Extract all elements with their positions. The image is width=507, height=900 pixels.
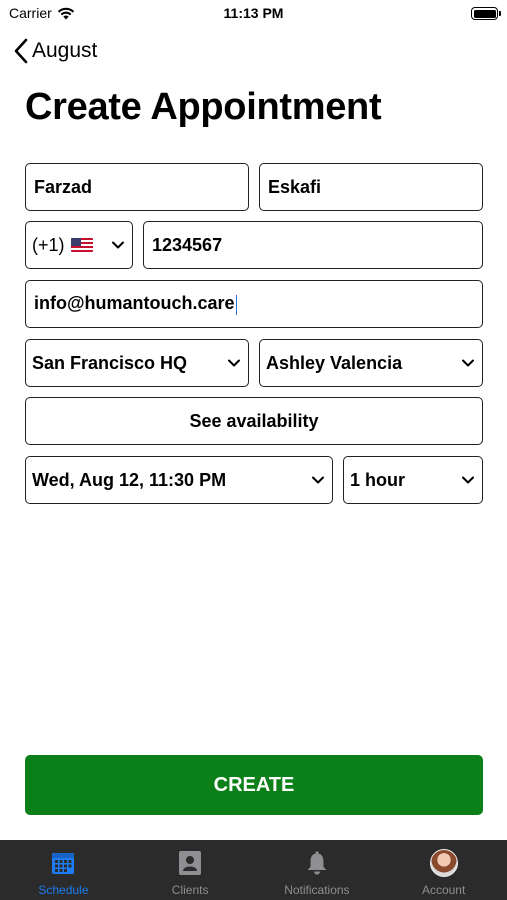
chevron-down-icon	[112, 241, 124, 249]
see-availability-button[interactable]: See availability	[25, 397, 483, 445]
first-name-field[interactable]: Farzad	[25, 163, 249, 211]
last-name-value: Eskafi	[268, 176, 322, 197]
email-field[interactable]: info@humantouch.care	[25, 280, 483, 328]
country-code-value: (+1)	[32, 234, 65, 255]
create-button[interactable]: CREATE	[25, 755, 483, 815]
email-value: info@humantouch.care	[34, 293, 235, 314]
tab-bar: Schedule Clients Notifications Account	[0, 840, 507, 900]
battery-icon	[471, 7, 501, 20]
tab-label: Schedule	[38, 883, 89, 897]
duration-value: 1 hour	[350, 469, 406, 490]
tab-schedule[interactable]: Schedule	[0, 840, 127, 900]
back-button[interactable]: August	[14, 38, 97, 64]
chevron-down-icon	[462, 476, 474, 484]
back-label: August	[32, 39, 98, 62]
last-name-field[interactable]: Eskafi	[259, 163, 483, 211]
create-button-label: CREATE	[213, 773, 295, 796]
duration-select[interactable]: 1 hour	[343, 456, 483, 504]
tab-label: Account	[421, 883, 466, 897]
provider-value: Ashley Valencia	[266, 352, 403, 373]
tab-clients[interactable]: Clients	[127, 840, 254, 900]
location-value: San Francisco HQ	[32, 352, 188, 373]
tab-label: Clients	[171, 883, 209, 897]
text-cursor	[235, 294, 237, 315]
contact-icon	[176, 849, 204, 877]
chevron-down-icon	[462, 359, 474, 367]
phone-field[interactable]: 1234567	[143, 221, 483, 269]
datetime-select[interactable]: Wed, Aug 12, 11:30 PM	[25, 456, 333, 504]
chevron-left-icon	[14, 38, 28, 64]
see-availability-label: See availability	[189, 410, 319, 431]
chevron-down-icon	[228, 359, 240, 367]
tab-label: Notifications	[284, 883, 350, 897]
bell-icon	[303, 849, 331, 877]
tab-notifications[interactable]: Notifications	[254, 840, 381, 900]
first-name-value: Farzad	[34, 176, 93, 197]
location-select[interactable]: San Francisco HQ	[25, 339, 249, 387]
chevron-down-icon	[312, 476, 324, 484]
page-title: Create Appointment	[25, 86, 382, 128]
country-code-select[interactable]: (+1)	[25, 221, 133, 269]
provider-select[interactable]: Ashley Valencia	[259, 339, 483, 387]
status-time: 11:13 PM	[223, 5, 284, 21]
phone-value: 1234567	[152, 234, 223, 255]
avatar	[429, 849, 458, 877]
status-bar: Carrier 11:13 PM	[0, 0, 507, 30]
tab-account[interactable]: Account	[380, 840, 507, 900]
us-flag-icon	[70, 237, 93, 252]
datetime-value: Wed, Aug 12, 11:30 PM	[32, 469, 227, 490]
calendar-icon	[49, 849, 77, 877]
